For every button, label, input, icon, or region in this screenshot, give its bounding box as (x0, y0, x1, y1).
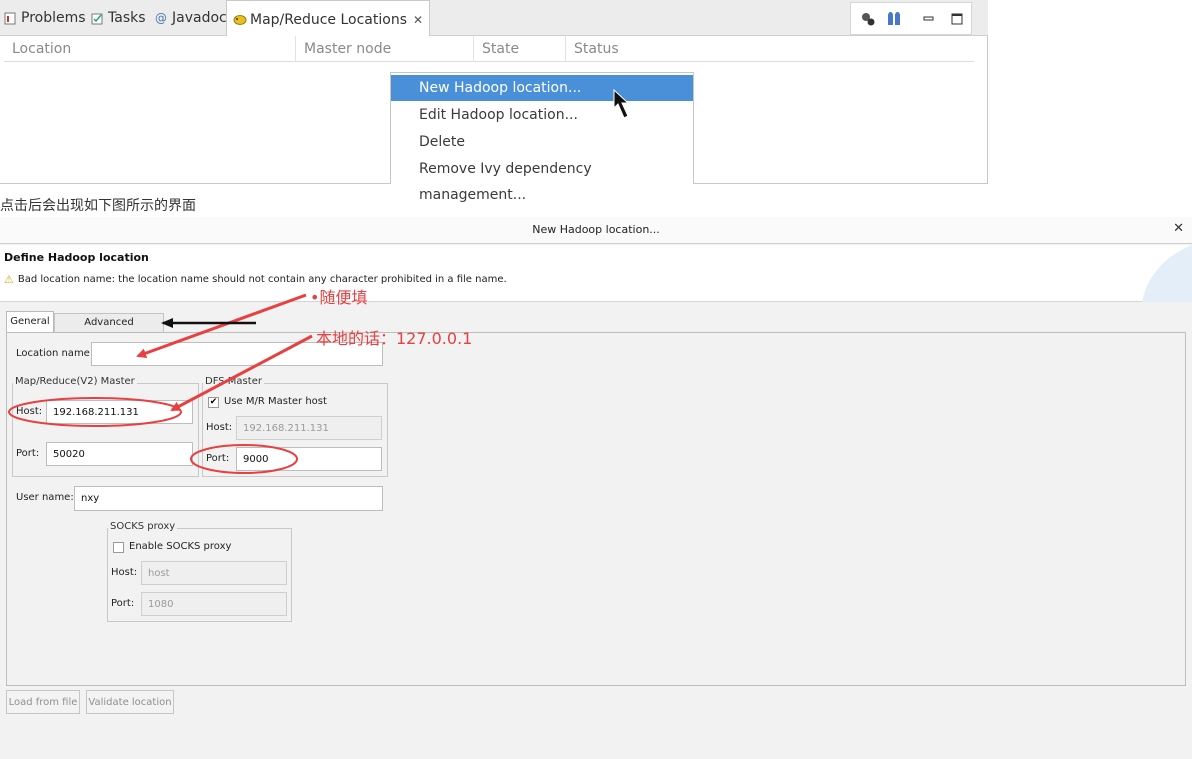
mr-host-input[interactable]: 192.168.211.131 (46, 400, 193, 424)
annotation-note-any-name: •随便填 (310, 288, 368, 307)
column-header-status[interactable]: Status (566, 36, 974, 62)
javadoc-icon: @ (155, 10, 167, 25)
use-mr-host-checkbox[interactable]: ✔ (208, 397, 219, 408)
context-menu: New Hadoop location... Edit Hadoop locat… (390, 72, 694, 203)
tab-advanced-parameters[interactable]: Advanced parameters (54, 313, 164, 346)
use-mr-host-label: Use M/R Master host (224, 396, 327, 407)
tab-tasks[interactable]: Tasks (91, 0, 146, 36)
column-header-state[interactable]: State (474, 36, 566, 62)
user-name-label: User name: (16, 492, 74, 503)
mapreduce-elephant-icon (233, 13, 247, 26)
column-header-location[interactable]: Location (4, 36, 296, 62)
menu-item-delete[interactable]: Delete (391, 129, 693, 155)
annotation-note-localhost: 本地的话：127.0.0.1 (316, 329, 473, 348)
dialog-titlebar: New Hadoop location... ✕ (0, 217, 1192, 244)
tab-label: Javadoc (172, 10, 227, 26)
header-decoration (1142, 245, 1192, 302)
dfs-host-label: Host: (206, 422, 233, 433)
tab-problems[interactable]: Problems (4, 0, 86, 36)
dfs-host-input[interactable]: 192.168.211.131 (236, 416, 382, 440)
warning-text: Bad location name: the location name sho… (17, 274, 507, 285)
tab-javadoc[interactable]: @ Javadoc (155, 0, 227, 36)
tab-mapreduce-locations[interactable]: Map/Reduce Locations ✕ (226, 0, 431, 38)
close-icon[interactable]: ✕ (1173, 221, 1184, 236)
enable-socks-checkbox[interactable] (113, 542, 124, 553)
mapreduce-master-group-title: Map/Reduce(V2) Master (13, 376, 137, 387)
mr-host-label: Host: (16, 406, 43, 417)
dfs-master-group-title: DFS Master (203, 376, 264, 387)
column-header-master-node[interactable]: Master node (296, 36, 474, 62)
enable-socks-label: Enable SOCKS proxy (129, 541, 232, 552)
warning-icon: ⚠ (4, 273, 14, 286)
dfs-port-input[interactable]: 9000 (236, 447, 382, 471)
socks-port-label: Port: (111, 598, 135, 609)
locations-table-header: Location Master node State Status (4, 36, 974, 62)
tab-label: Problems (21, 10, 86, 26)
tasks-icon (91, 12, 104, 25)
problems-icon (4, 12, 17, 25)
users-icon[interactable] (886, 11, 902, 27)
tab-label: Tasks (108, 10, 146, 26)
validate-location-button[interactable]: Validate location (86, 690, 174, 714)
user-name-input[interactable]: nxy (74, 486, 383, 511)
socks-port-input[interactable]: 1080 (141, 592, 287, 616)
socks-host-input[interactable]: host (141, 561, 287, 585)
minimize-icon[interactable] (921, 11, 937, 27)
tab-general[interactable]: General (6, 311, 54, 333)
close-icon[interactable]: ✕ (413, 13, 423, 27)
warning-message: ⚠ Bad location name: the location name s… (4, 273, 507, 286)
dialog-header: Define Hadoop location ⚠ Bad location na… (0, 245, 1192, 302)
dfs-port-label: Port: (206, 453, 230, 464)
view-tab-bar: Problems Tasks @ Javadoc Map/Reduce Loca… (0, 0, 988, 38)
dialog-title: New Hadoop location... (532, 223, 660, 236)
mr-port-label: Port: (16, 448, 40, 459)
tab-label: Map/Reduce Locations (250, 11, 408, 28)
menu-item-remove-ivy[interactable]: Remove Ivy dependency management... (391, 156, 693, 203)
view-toolbar (850, 2, 972, 35)
menu-item-new-hadoop-location[interactable]: New Hadoop location... (391, 75, 693, 101)
dialog-heading: Define Hadoop location (4, 251, 149, 264)
caption-text: 点击后会出现如下图所示的界面 (0, 198, 196, 214)
load-from-file-button[interactable]: Load from file (6, 690, 80, 714)
socks-proxy-group-title: SOCKS proxy (108, 521, 178, 532)
location-name-label: Location name: (16, 348, 94, 359)
mr-port-input[interactable]: 50020 (46, 442, 193, 466)
menu-item-edit-hadoop-location[interactable]: Edit Hadoop location... (391, 102, 693, 128)
socks-host-label: Host: (111, 567, 138, 578)
maximize-icon[interactable] (949, 11, 965, 27)
new-location-icon[interactable] (860, 11, 876, 27)
